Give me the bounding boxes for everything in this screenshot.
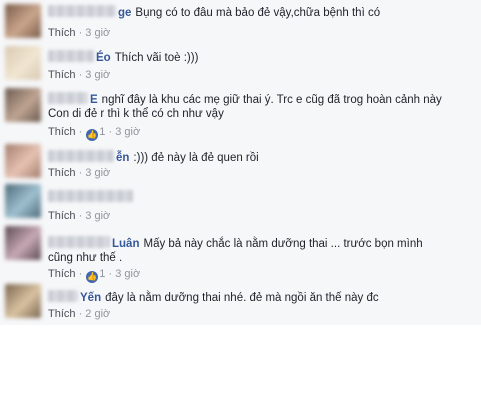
comment-text-continued: cũng như thế . (48, 252, 123, 264)
like-link[interactable]: Thích (48, 126, 76, 138)
commenter-name[interactable]: ge (118, 7, 131, 19)
blurred-name (48, 92, 88, 104)
timestamp[interactable]: 3 giờ (85, 69, 110, 81)
timestamp[interactable]: 3 giờ (85, 27, 110, 39)
comment-text: nghĩ đây là khu các mẹ giữ thai ý. Trc e… (101, 94, 442, 106)
blurred-name (48, 150, 114, 162)
timestamp[interactable]: 2 giờ (85, 308, 110, 320)
like-link[interactable]: Thích (48, 27, 76, 39)
like-count[interactable]: 1 (99, 126, 105, 138)
blurred-name (48, 190, 133, 202)
like-link[interactable]: Thích (48, 69, 76, 81)
timestamp[interactable]: 3 giờ (85, 210, 110, 222)
blurred-name (48, 236, 110, 248)
commenter-name[interactable]: E (90, 94, 98, 106)
commenter-name[interactable]: Éo (96, 52, 111, 64)
avatar[interactable] (5, 284, 41, 318)
commenter-name[interactable]: ễn (116, 152, 129, 164)
like-link[interactable]: Thích (48, 167, 76, 179)
comment-text: đây là nằm dưỡng thai nhé. đẻ mà ngồi ăn… (105, 292, 379, 304)
avatar[interactable] (5, 226, 41, 260)
comment-text: Thích vãi toè :))) (114, 52, 199, 64)
like-link[interactable]: Thích (48, 268, 76, 280)
like-link[interactable]: Thích (48, 308, 76, 320)
timestamp[interactable]: 3 giờ (115, 268, 140, 280)
timestamp[interactable]: 3 giờ (85, 167, 110, 179)
comment-text-continued: Con di đẻ r thì k thể có ch như vậy (48, 108, 224, 120)
comment-text: Bụng có to đâu mà bảo đẻ vậy,chữa bệnh t… (135, 7, 381, 19)
blurred-name (48, 290, 78, 302)
comment-text: Mấy bả này chắc là nằm dưỡng thai ... tr… (143, 238, 423, 250)
commenter-name[interactable]: Yến (80, 292, 101, 304)
blurred-name (48, 5, 116, 17)
avatar[interactable] (5, 46, 41, 80)
avatar[interactable] (5, 184, 41, 218)
blurred-name (48, 50, 94, 62)
comment-list: ge Bụng có to đâu mà bảo đẻ vậy,chữa bệnh… (0, 0, 481, 325)
avatar[interactable] (5, 4, 41, 38)
like-count[interactable]: 1 (99, 268, 105, 280)
commenter-name[interactable]: Luân (112, 238, 139, 250)
comment-text: :))) đẻ này là đẻ quen rồi (133, 152, 259, 164)
thumbs-up-icon: 👍 (86, 271, 99, 283)
avatar[interactable] (5, 88, 41, 122)
timestamp[interactable]: 3 giờ (115, 126, 140, 138)
like-link[interactable]: Thích (48, 210, 76, 222)
thumbs-up-icon: 👍 (86, 129, 99, 141)
avatar[interactable] (5, 144, 41, 178)
